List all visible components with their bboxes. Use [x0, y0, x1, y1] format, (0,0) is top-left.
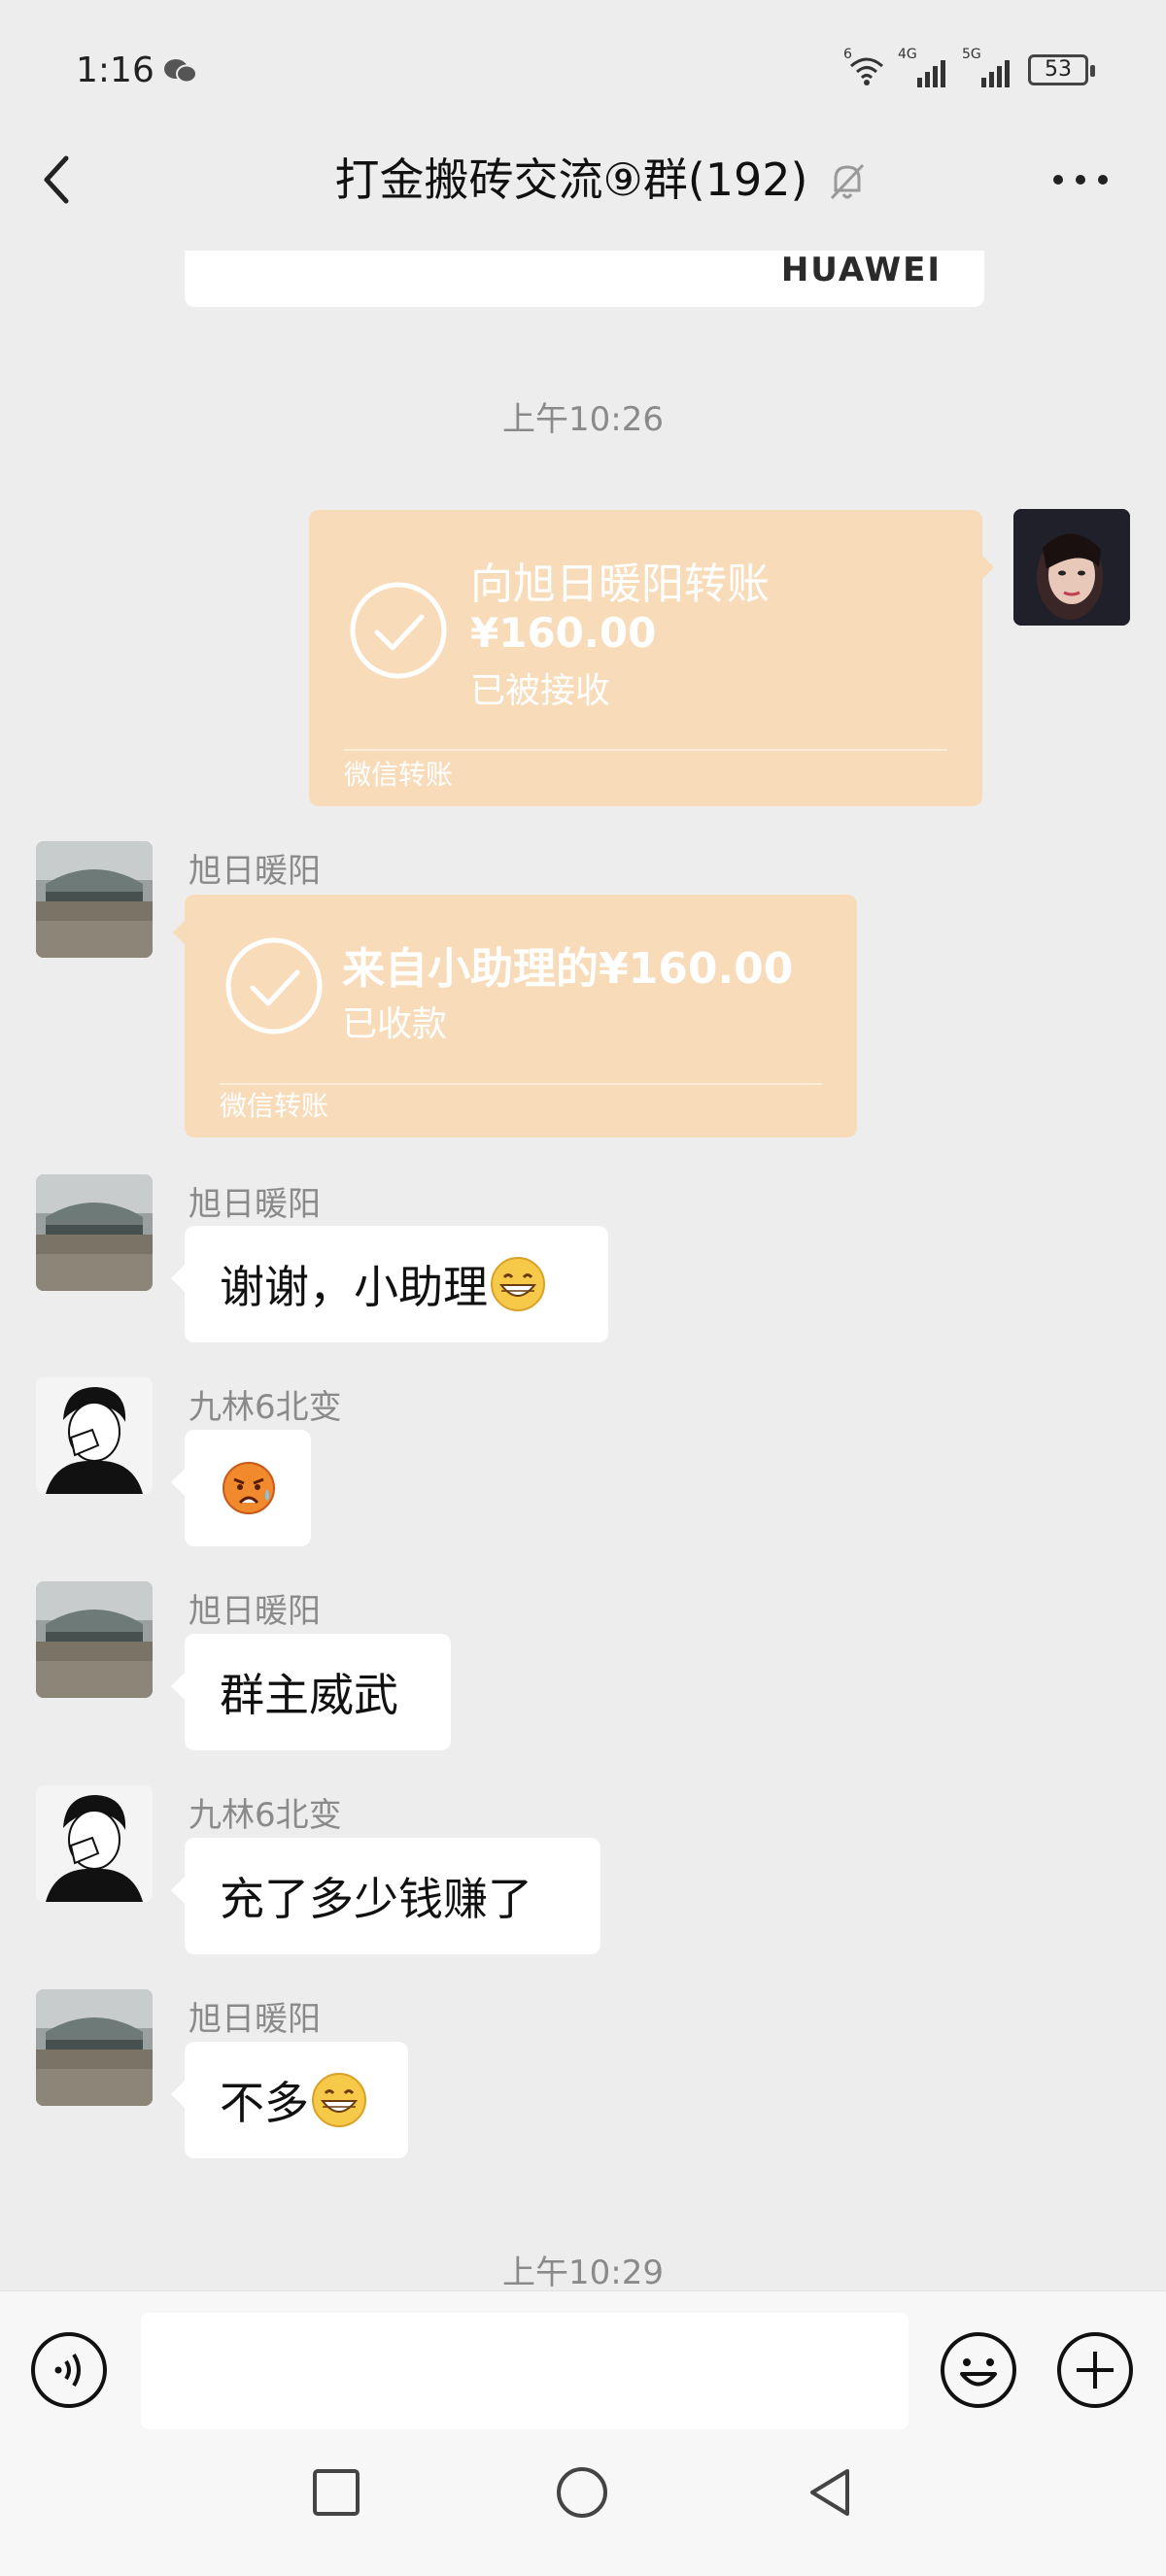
grin-emoji-icon [312, 2073, 366, 2127]
signal-icon-2 [981, 60, 1010, 87]
input-bar [0, 2290, 1166, 2576]
message-text: 谢谢，小助理 [220, 1261, 488, 1313]
angry-sweat-emoji-icon [223, 1462, 275, 1514]
sender-name: 九林6北变 [189, 1796, 342, 1835]
transfer-footer: 微信转账 [220, 1090, 329, 1122]
emoji-picker-icon[interactable] [939, 2330, 1018, 2410]
brand-logo-text: HUAWEI [780, 251, 942, 289]
message-bubble[interactable]: 不多 [171, 2042, 408, 2158]
sender-avatar[interactable] [36, 1581, 153, 1698]
transfer-footer: 微信转账 [344, 759, 454, 791]
transfer-title: 来自小助理的¥160.00 [342, 944, 794, 994]
message-bubble[interactable]: 群主威武 [171, 1634, 451, 1750]
network-label-2: 4G [898, 47, 917, 62]
status-time: 1:16 [76, 51, 154, 90]
received-check-icon [225, 937, 323, 1034]
building-photo-avatar [36, 1174, 153, 1291]
chat-title: 打金搬砖交流⑨群(192) [334, 153, 808, 206]
wifi-icon [850, 57, 883, 85]
received-check-icon [350, 582, 447, 679]
network-label-3: 5G [962, 47, 981, 62]
sender-avatar[interactable] [36, 1174, 153, 1291]
sender-name: 旭日暖阳 [189, 1185, 321, 1224]
sender-name: 九林6北变 [189, 1388, 342, 1427]
building-photo-avatar [36, 1989, 153, 2106]
grin-emoji-icon [491, 1257, 545, 1311]
transfer-status: 已被接收 [470, 671, 611, 711]
message-bubble[interactable] [171, 1430, 311, 1546]
building-photo-avatar [36, 841, 153, 958]
add-attachment-icon[interactable] [1055, 2330, 1135, 2410]
sender-name: 旭日暖阳 [189, 1592, 321, 1631]
bubble-tail [980, 554, 994, 581]
sketch-boy-avatar [36, 1785, 153, 1902]
recent-apps-icon[interactable] [309, 2465, 363, 2520]
battery-indicator: 53 [1028, 54, 1095, 85]
signal-icon-1 [917, 60, 945, 87]
sender-name: 旭日暖阳 [189, 852, 321, 891]
message-bubble[interactable]: 充了多少钱赚了 [171, 1838, 600, 1954]
mute-bell-icon [830, 163, 865, 200]
sender-avatar[interactable] [36, 841, 153, 958]
message-text: 群主威武 [220, 1669, 398, 1721]
transfer-amount: ¥160.00 [470, 609, 657, 657]
status-bar: 1:16 6 4G 5G 53 [0, 0, 1166, 146]
sender-name: 旭日暖阳 [189, 2000, 321, 2039]
voice-input-icon[interactable] [29, 2330, 109, 2410]
building-photo-avatar [36, 1581, 153, 1698]
message-text: 不多 [220, 2077, 309, 2129]
timestamp: 上午10:29 [502, 2254, 664, 2292]
timestamp: 上午10:26 [502, 400, 664, 439]
more-options-icon[interactable] [1051, 173, 1110, 186]
shared-card[interactable]: HUAWEI [185, 251, 984, 307]
sender-avatar[interactable] [36, 1377, 153, 1494]
transfer-title: 向旭日暖阳转账 [470, 559, 770, 609]
sender-avatar[interactable] [36, 1785, 153, 1902]
wechat-notification-icon [164, 59, 197, 84]
home-icon[interactable] [555, 2465, 609, 2520]
divider [344, 749, 947, 751]
back-nav-icon[interactable] [803, 2465, 857, 2520]
incoming-transfer-card[interactable]: 来自小助理的¥160.00 已收款 微信转账 [185, 895, 857, 1137]
message-input[interactable] [141, 2313, 909, 2429]
outgoing-transfer-card[interactable]: 向旭日暖阳转账 ¥160.00 已被接收 微信转账 [309, 510, 982, 806]
user-photo-avatar [1013, 509, 1130, 626]
message-text: 充了多少钱赚了 [220, 1873, 532, 1925]
sketch-boy-avatar [36, 1377, 153, 1494]
my-avatar[interactable] [1013, 509, 1130, 626]
transfer-status: 已收款 [342, 1004, 448, 1044]
sender-avatar[interactable] [36, 1989, 153, 2106]
message-bubble[interactable]: 谢谢，小助理 [171, 1226, 608, 1342]
